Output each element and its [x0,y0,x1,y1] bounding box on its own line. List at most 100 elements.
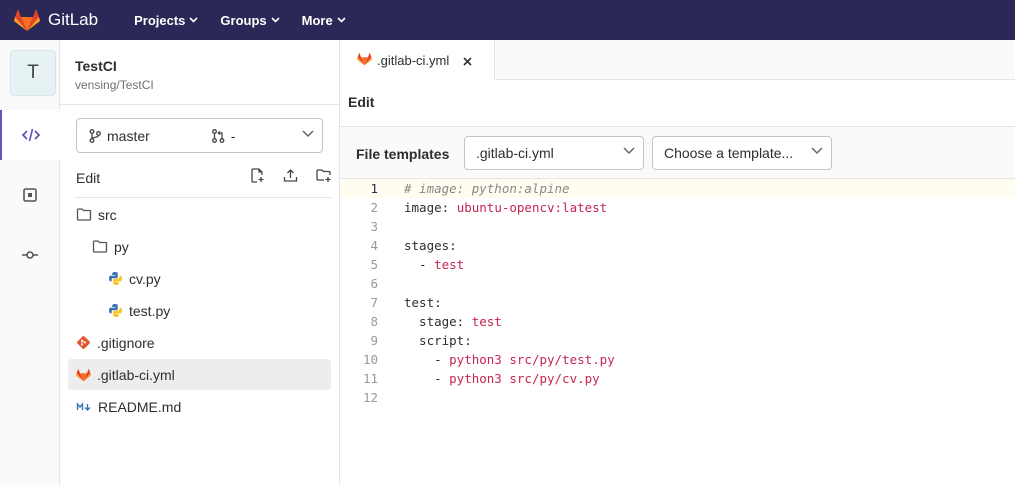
nav-groups-label: Groups [220,12,267,28]
line-number: 8 [370,314,378,329]
folder-icon [92,240,108,253]
editor-tab-bar: .gitlab-ci.yml [340,40,1015,81]
editor-pane: .gitlab-ci.yml Edit File templates .gitl… [340,40,1015,485]
tree-item-cv-py[interactable]: cv.py [68,263,331,294]
line-number: 3 [370,219,378,234]
code-key: image: [404,200,457,215]
code-value: test [434,257,465,272]
edit-mode-button[interactable] [0,110,60,160]
tree-item-src[interactable]: src [68,199,331,230]
upload-icon [283,169,298,182]
code-line: 5 - test [340,255,1015,274]
gitlab-logo-icon [14,8,40,32]
tab-edit[interactable]: Edit [348,94,374,110]
line-number: 6 [370,276,378,291]
code-editor[interactable]: 1 # image: python:alpine 2 image: ubuntu… [340,179,1015,485]
code-value: python3 src/py/test.py [449,352,615,367]
code-line: 6 [340,274,1015,293]
top-navbar: GitLab Projects Groups More [0,0,1015,40]
nav-more[interactable]: More [302,13,346,28]
new-file-button[interactable] [250,168,265,183]
code-key: - [404,352,450,367]
editor-mode-tabs: Edit [340,81,1015,127]
close-tab-button[interactable] [463,53,472,69]
line-number: 5 [370,257,378,272]
code-line: 12 [340,388,1015,407]
nav-projects-label: Projects [134,12,186,28]
code-comment: # image: python:alpine [404,181,570,196]
tree-item-py[interactable]: py [68,231,331,262]
commit-icon [22,251,38,259]
file-sidebar: TestCI vensing/TestCI master - Edit src … [60,40,340,485]
tree-item-label: cv.py [129,270,161,287]
code-key: stage: [404,314,472,329]
tree-item-label: .gitignore [97,334,155,351]
new-file-icon [251,168,264,183]
project-avatar[interactable]: T [10,50,56,96]
code-line: 2 image: ubuntu-opencv:latest [340,198,1015,217]
branch-icon [89,128,101,143]
code-value: python3 src/py/cv.py [449,371,600,386]
review-icon [23,188,37,202]
chevron-down-icon [302,130,314,138]
tree-item-gitlab-ci[interactable]: .gitlab-ci.yml [68,359,331,390]
tree-item-label: src [98,206,117,223]
line-number: 12 [362,390,378,405]
editor-tab-label: .gitlab-ci.yml [377,53,450,68]
gitlab-icon [76,368,91,382]
code-key: script: [404,333,472,348]
file-templates-bar: File templates .gitlab-ci.yml Choose a t… [340,127,1015,179]
branch-selector[interactable]: master - [76,118,323,153]
line-number: 2 [370,200,378,215]
line-number: 11 [362,371,378,386]
project-name[interactable]: TestCI [75,58,117,74]
tree-item-test-py[interactable]: test.py [68,295,331,326]
line-number: 9 [370,333,378,348]
new-folder-icon [316,169,331,182]
close-icon [463,56,472,66]
gitlab-home-link[interactable]: GitLab [14,8,98,32]
tree-item-gitignore[interactable]: .gitignore [68,327,331,358]
chevron-down-icon [623,147,635,155]
review-mode-button[interactable] [0,170,60,220]
commit-mode-button[interactable] [0,230,60,280]
git-icon [76,335,91,350]
python-icon [108,303,123,318]
nav-more-label: More [301,12,333,28]
nav-projects[interactable]: Projects [134,13,198,28]
code-line: 8 stage: test [340,312,1015,331]
template-type-dropdown[interactable]: .gitlab-ci.yml [464,136,644,170]
new-directory-button[interactable] [316,168,332,183]
line-number: 4 [370,238,378,253]
code-key: test: [404,295,442,310]
brand-name: GitLab [48,10,99,29]
code-line: 10 - python3 src/py/test.py [340,350,1015,369]
chevron-down-icon [189,17,198,23]
upload-file-button[interactable] [283,168,298,183]
python-icon [108,271,123,286]
divider [60,104,340,105]
code-line: 4 stages: [340,236,1015,255]
tree-header: Edit [76,168,332,188]
divider [75,197,331,198]
tree-item-label: README.md [98,398,182,415]
code-key: - [404,257,435,272]
code-line: 3 [340,217,1015,236]
chevron-down-icon [271,17,280,23]
line-number: 7 [370,295,378,310]
editor-tab-gitlab-ci[interactable]: .gitlab-ci.yml [340,40,495,81]
tree-item-label: test.py [129,302,171,319]
template-choice-value: Choose a template... [664,145,794,161]
tree-item-label: py [114,238,129,255]
line-number: 10 [362,352,378,367]
code-line: 7 test: [340,293,1015,312]
file-templates-label: File templates [356,146,450,162]
code-line: 11 - python3 src/py/cv.py [340,369,1015,388]
nav-groups[interactable]: Groups [220,12,280,28]
tree-header-label: Edit [76,170,101,186]
code-value: test [471,314,502,329]
markdown-icon [76,401,92,413]
tree-item-readme[interactable]: README.md [68,391,331,422]
template-choice-dropdown[interactable]: Choose a template... [652,136,832,170]
code-key: - [404,371,450,386]
